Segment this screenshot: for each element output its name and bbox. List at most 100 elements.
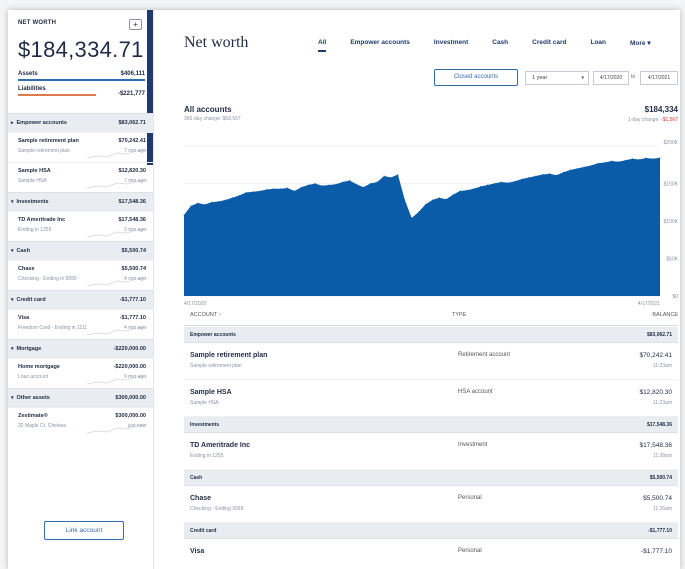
sidebar-account-name: Visa [18, 315, 30, 321]
sidebar: NET WORTH + $184,334.71 Assets $406,111 … [8, 10, 154, 569]
sidebar-account-item[interactable]: Home mortgage -$220,000.00 Loan account 9 m… [8, 358, 153, 388]
net-worth-chart[interactable]: $200K $150K $100K $50K $0 4/17/2020 4/17/2021 [183, 134, 679, 309]
sidebar-group-other-assets[interactable]: ▾ Other assets $300,000.00 [8, 388, 153, 407]
sidebar-group-mortgage[interactable]: ▾ Mortgage -$220,000.00 [8, 339, 153, 358]
tab-loan[interactable]: Loan [590, 39, 606, 52]
tab-empower-accounts[interactable]: Empower accounts [350, 39, 410, 52]
sidebar-group-empower-accounts[interactable]: ▸ Empower accounts $83,062.71 [8, 113, 153, 132]
sidebar-group-credit-card[interactable]: ▾ Credit card -$1,777.10 [8, 290, 153, 309]
data-point [335, 183, 337, 185]
net-worth-area[interactable] [184, 157, 660, 296]
summary-title: All accounts [184, 105, 232, 114]
data-point [259, 190, 261, 192]
data-point [197, 202, 199, 204]
sidebar-account-sub: 32 Maple Ct, Chelsea [18, 423, 67, 429]
y-tick-label: $0 [672, 294, 678, 300]
data-point [238, 195, 240, 196]
account-updated-time: 11:23am [652, 400, 672, 406]
table-row[interactable]: Visa Personal -$1,777.10 [184, 539, 678, 569]
data-point [404, 199, 406, 201]
data-point [542, 174, 544, 175]
sidebar-account-name: Sample retirement plan [18, 138, 79, 144]
sidebar-account-item[interactable]: Visa -$1,777.10 Freedom Card - Ending in 1… [8, 309, 153, 339]
tab-credit-card[interactable]: Credit card [532, 39, 566, 52]
sidebar-account-item[interactable]: Sample HSA $12,820.30 Sample HSA 7 min ago [8, 162, 153, 192]
tab-investment[interactable]: Investment [434, 39, 468, 52]
sidebar-account-line1: Chase $5,500.74 [18, 266, 146, 272]
sidebar-group-cash[interactable]: ▾ Cash $5,500.74 [8, 241, 153, 260]
link-account-button[interactable]: Link account [44, 521, 124, 540]
table-row[interactable]: Sample HSA Sample HSA HSA account $12,820.3… [184, 380, 678, 417]
sidebar-account-sub: Checking - Ending in 9999 [18, 276, 77, 282]
table-group-label: Credit card [190, 527, 217, 534]
column-balance[interactable]: BALANCE [602, 312, 678, 325]
account-balance: $5,500.74 [643, 495, 672, 502]
table-group-empower-accounts: Empower accounts $83,062.71 [184, 327, 678, 343]
data-point [562, 171, 564, 173]
sidebar-account-item[interactable]: Chase $5,500.74 Checking - Ending in 9999 4… [8, 260, 153, 290]
sidebar-group-label: Empower accounts [16, 120, 67, 126]
column-type[interactable]: TYPE [452, 312, 602, 325]
data-point [321, 185, 323, 187]
data-point [459, 190, 461, 192]
sparkline [87, 179, 147, 189]
sidebar-group-label: Other assets [16, 395, 50, 401]
sidebar-account-value: $5,500.74 [121, 266, 146, 272]
closed-accounts-button[interactable]: Closed accounts [434, 69, 518, 86]
sidebar-account-line1: Sample HSA $12,820.30 [18, 168, 146, 174]
sidebar-account-sub: Sample retirement plan [18, 148, 70, 154]
data-point [349, 180, 351, 181]
data-point [287, 187, 288, 189]
data-point [376, 181, 378, 183]
x-tick-label: 4/17/2021 [638, 301, 660, 307]
account-name: Chase [190, 495, 212, 502]
data-point [445, 198, 447, 200]
table-row[interactable]: Sample retirement plan Sample retirement … [184, 343, 678, 380]
date-to-input[interactable]: 4/17/2021 [640, 71, 678, 85]
data-point [597, 162, 599, 164]
data-point [638, 159, 640, 160]
y-tick-label: $200K [664, 140, 679, 146]
table-row[interactable]: TD Ameritrade Inc Ending in 1255 Investmen… [184, 433, 678, 470]
tab-all[interactable]: All [318, 39, 327, 52]
data-point [273, 188, 275, 190]
liabilities-value: -$221,777 [117, 91, 145, 97]
sidebar-account-item[interactable]: Sample retirement plan $70,242.41 Sample r… [8, 132, 153, 162]
table-group-label: Investments [190, 421, 220, 428]
data-point [280, 188, 282, 190]
liabilities-label: Liabilities [18, 86, 46, 92]
account-name: Sample HSA [190, 389, 232, 396]
period-select[interactable]: 1 year ▾ [525, 71, 589, 85]
column-account[interactable]: ACCOUNT ↑ [184, 312, 452, 325]
add-account-button[interactable]: + [129, 19, 142, 30]
sidebar-group-value: $83,062.71 [118, 120, 146, 126]
sidebar-title: NET WORTH [18, 20, 57, 26]
assets-row[interactable]: Assets $406,111 [18, 71, 145, 81]
data-point [224, 199, 226, 201]
sidebar-account-item[interactable]: Zestimate® $300,000.00 32 Maple Ct, Chelse… [8, 407, 153, 437]
liabilities-row[interactable]: Liabilities -$221,777 [8, 86, 153, 101]
table-group-label: Cash [190, 474, 203, 481]
table-group-value: -$1,777.10 [648, 527, 672, 534]
data-point [190, 205, 192, 207]
table-row[interactable]: Chase Checking - Ending 9999 Personal $5,50… [184, 486, 678, 523]
date-from-input[interactable]: 4/17/2020 [593, 71, 629, 85]
sidebar-group-label: Cash [16, 248, 30, 254]
sidebar-account-name: Zestimate® [18, 413, 48, 419]
tab-cash[interactable]: Cash [492, 39, 508, 52]
app-window: NET WORTH + $184,334.71 Assets $406,111 … [8, 10, 680, 569]
sidebar-account-sub: Ending in 1255 [18, 227, 52, 233]
sidebar-account-sub: Loan account [18, 374, 49, 380]
account-type: Personal [458, 495, 482, 501]
data-point [328, 184, 330, 186]
data-point [418, 211, 420, 213]
sidebar-account-item[interactable]: TD Ameritrade Inc $17,548.36 Ending in 125… [8, 211, 153, 241]
data-point [625, 159, 626, 161]
tab-more[interactable]: More ▾ [630, 39, 651, 52]
sidebar-account-line1: Sample retirement plan $70,242.41 [18, 138, 146, 144]
period-select-value: 1 year [532, 75, 548, 81]
data-point [500, 181, 502, 183]
sidebar-group-value: -$220,000.00 [113, 346, 146, 352]
summary-day-change: 1-day change: -$1,567 [628, 117, 678, 123]
sidebar-group-investments[interactable]: ▾ Investments $17,548.36 [8, 192, 153, 211]
